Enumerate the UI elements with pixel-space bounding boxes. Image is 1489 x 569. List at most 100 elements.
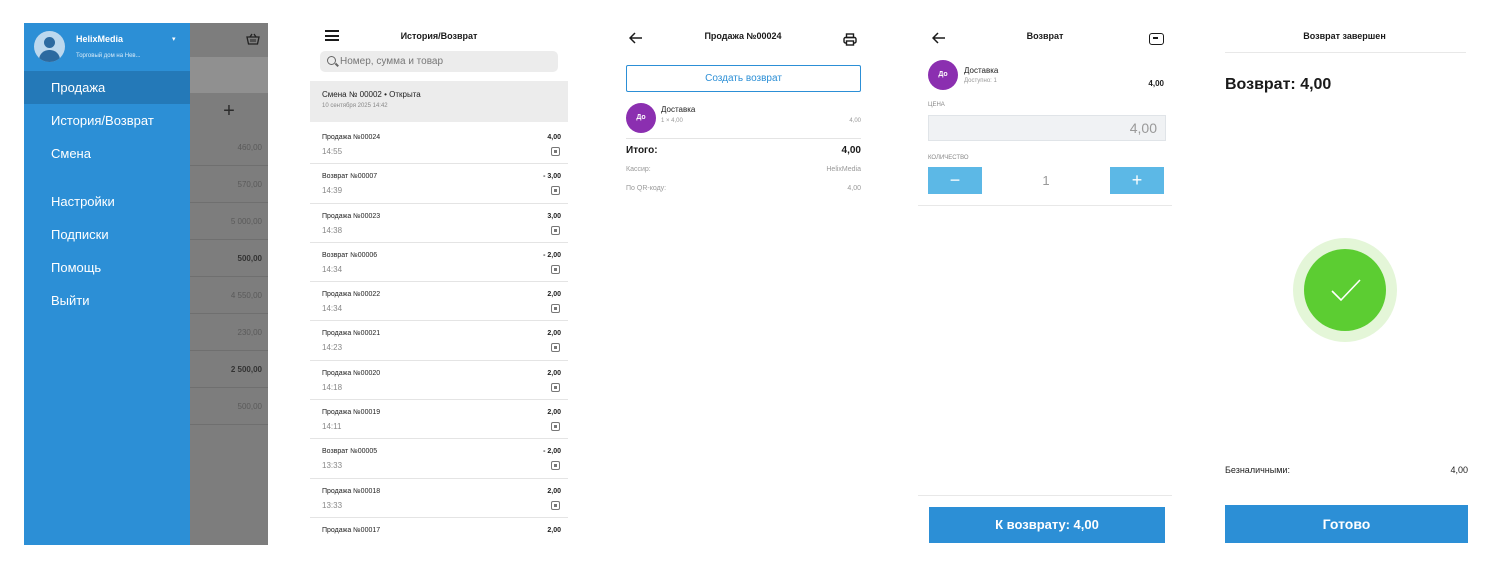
list-item[interactable]: Продажа №00020 14:18 2,00 [310,361,568,401]
row-amount: 2,00 [547,369,561,377]
item-badge: До [928,60,958,90]
sale-header: Продажа №00024 [615,23,871,50]
done-button[interactable]: Готово [1225,505,1468,543]
list-item[interactable]: Продажа №00021 14:23 2,00 [310,321,568,361]
page-title: История/Возврат [400,31,478,41]
menu-item-logout[interactable]: Выйти [24,284,190,317]
increase-button[interactable]: + [1110,167,1164,194]
search-box[interactable] [320,51,558,72]
page-title: Продажа №00024 [704,31,782,41]
row-time: 13:33 [322,461,343,471]
row-amount: 3,00 [547,212,561,220]
price-label: ЦЕНА [928,102,945,108]
list-item[interactable]: Продажа №00018 13:33 2,00 [310,479,568,518]
return-screen: Возврат До Доставка Доступно: 1 4,00 ЦЕН… [918,23,1172,545]
qr-value: 4,00 [847,185,861,192]
row-amount: 2,00 [547,526,561,534]
divider [918,495,1172,496]
list-item[interactable]: Продажа №00022 14:34 2,00 [310,282,568,322]
sale-item[interactable]: До Доставка 1 × 4,00 4,00 [626,103,861,139]
item-badge: До [626,103,656,133]
submit-return-button[interactable]: К возврату: 4,00 [929,507,1165,543]
row-time: 14:34 [322,264,343,274]
list-item[interactable]: Продажа №00019 14:11 2,00 [310,400,568,440]
row-name: Продажа №00018 [322,487,381,495]
done-header: Возврат завершен [1212,23,1477,50]
item-price: 4,00 [849,118,861,124]
payment-label: Безналичными: [1225,465,1290,475]
item-price: 4,00 [1148,79,1164,88]
qr-icon [551,343,560,353]
qr-icon [551,461,560,471]
list-item[interactable]: Продажа №00023 14:38 3,00 [310,204,568,243]
row-name: Продажа №00017 [322,526,381,534]
background-amount: 5 000,00 [190,203,268,240]
quantity-value[interactable]: 1 [982,167,1110,194]
row-time: 14:18 [322,382,343,392]
account-header[interactable]: HelixMedia Торговый дом на Нев... ▾ [24,23,190,71]
qr-icon [551,147,560,156]
background-amount: 570,00 [190,166,268,203]
menu-item-sale[interactable]: Продажа [24,71,190,104]
menu-item-subscriptions[interactable]: Подписки [24,218,190,251]
item-name: Доставка [661,105,696,114]
search-icon [327,56,336,65]
row-time: 13:33 [322,500,343,510]
row-amount: - 2,00 [543,448,561,456]
return-header: Возврат [918,23,1172,50]
qr-icon [551,304,560,314]
divider [918,205,1172,206]
create-return-button[interactable]: Создать возврат [626,65,861,92]
decrease-button[interactable]: − [928,167,982,194]
row-name: Продажа №00021 [322,330,381,338]
row-name: Продажа №00023 [322,212,381,220]
quantity-stepper: − 1 + [928,167,1164,194]
return-amount-heading: Возврат: 4,00 [1225,76,1332,93]
list-item[interactable]: Возврат №00006 14:34 - 2,00 [310,243,568,283]
return-item: До Доставка Доступно: 1 4,00 [928,60,1164,94]
row-amount: 4,00 [547,134,561,141]
quantity-label: КОЛИЧЕСТВО [928,155,969,161]
history-screen: История/Возврат Смена № 00002 • Открыта … [310,23,568,545]
search-input[interactable] [340,53,550,70]
success-halo [1293,238,1397,342]
row-time: 14:55 [322,147,343,156]
basket-icon[interactable] [246,33,260,45]
list-item[interactable]: Продажа №00024 14:55 4,00 [310,125,568,165]
list-item[interactable]: Возврат №00005 13:33 - 2,00 [310,439,568,479]
row-time: 14:23 [322,343,343,353]
navigation-drawer: HelixMedia Торговый дом на Нев... ▾ Прод… [24,23,190,545]
avatar [34,31,65,62]
qr-icon [551,225,560,235]
qr-icon [551,422,560,432]
row-amount: 2,00 [547,487,561,495]
history-header: История/Возврат [310,23,568,50]
list-item[interactable]: Возврат №00007 14:39 - 3,00 [310,164,568,204]
comment-icon[interactable] [1149,33,1164,45]
qr-icon [551,500,560,510]
qr-icon [551,186,560,196]
page-title: Возврат завершен [1303,31,1386,41]
background-amount: 460,00 [190,129,268,166]
list-item[interactable]: Продажа №00017 2,00 [310,518,568,545]
shift-header[interactable]: Смена № 00002 • Открыта 10 сентября 2025… [310,81,568,122]
sale-screen: Продажа №00024 Создать возврат До Достав… [615,23,871,545]
background-amount: 230,00 [190,314,268,351]
menu-item-help[interactable]: Помощь [24,251,190,284]
row-name: Продажа №00022 [322,291,381,299]
row-name: Возврат №00005 [322,448,378,456]
menu-item-shift[interactable]: Смена [24,137,190,170]
row-name: Продажа №00024 [322,134,381,141]
row-amount: - 2,00 [543,251,561,259]
shift-title: Смена № 00002 • Открыта [322,90,421,99]
printer-icon[interactable] [843,33,857,46]
total-label: Итого: [626,145,658,156]
caret-down-icon[interactable]: ▾ [172,35,176,43]
checkmark-icon [1304,249,1386,331]
price-field[interactable]: 4,00 [928,115,1166,141]
cashier-value: HelixMedia [826,166,861,173]
row-amount: 2,00 [547,409,561,417]
add-icon[interactable]: + [190,93,268,129]
menu-item-history[interactable]: История/Возврат [24,104,190,137]
menu-item-settings[interactable]: Настройки [24,185,190,218]
